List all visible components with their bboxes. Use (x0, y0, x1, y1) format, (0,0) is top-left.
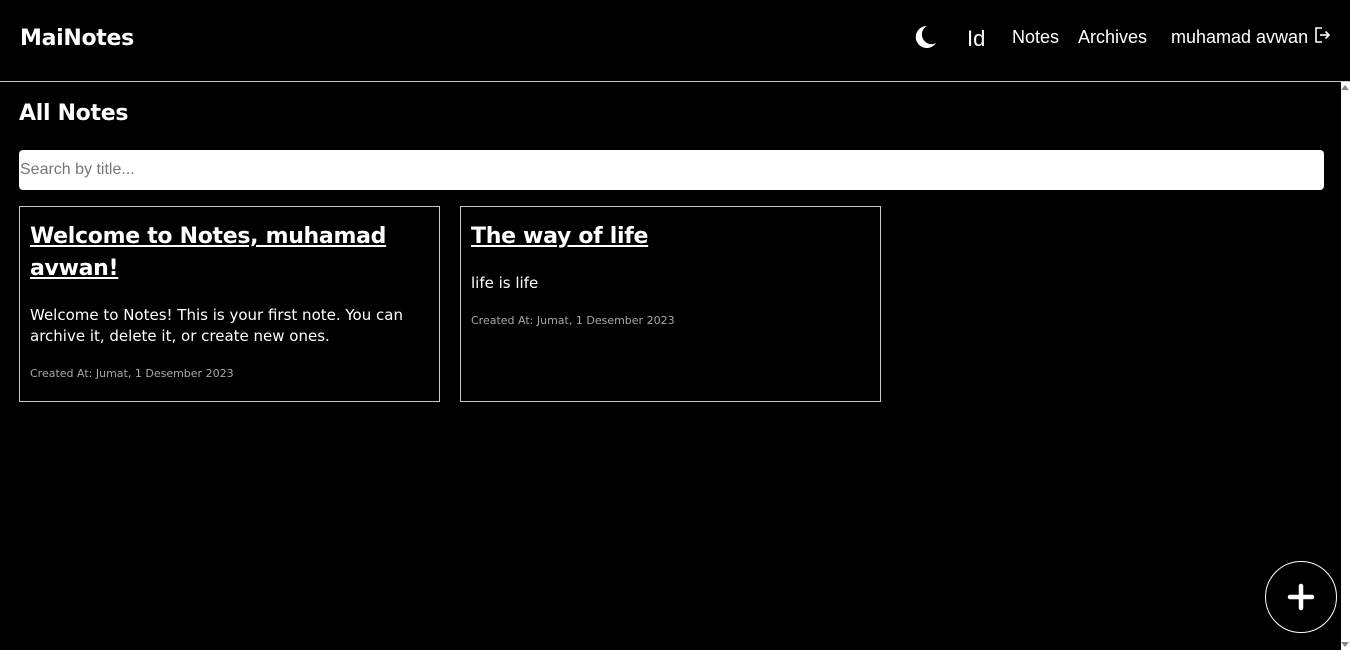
note-card: The way of life life is life Created At:… (460, 206, 881, 402)
brand-logo[interactable]: MaiNotes (20, 26, 134, 51)
logout-button[interactable]: muhamad avwan (1171, 27, 1331, 48)
app-header: MaiNotes Id Notes Archives muhamad avwan (0, 0, 1350, 82)
scroll-up-arrow-icon[interactable] (1341, 85, 1349, 90)
add-note-button[interactable] (1265, 561, 1337, 633)
moon-icon[interactable] (912, 24, 938, 50)
language-toggle[interactable]: Id (967, 26, 985, 52)
note-created-date: Created At: Jumat, 1 Desember 2023 (471, 314, 675, 327)
page-title: All Notes (19, 101, 129, 126)
logout-icon (1315, 27, 1331, 43)
note-title-link[interactable]: Welcome to Notes, muhamad avwan! (30, 221, 429, 285)
note-body: life is life (471, 274, 539, 292)
search-input[interactable] (19, 150, 1324, 190)
scroll-down-arrow-icon[interactable] (1341, 642, 1349, 647)
page-scrollbar[interactable] (1341, 82, 1350, 650)
note-body: Welcome to Notes! This is your first not… (30, 306, 403, 345)
note-title-link[interactable]: The way of life (471, 221, 870, 253)
user-name: muhamad avwan (1171, 27, 1309, 47)
note-created-date: Created At: Jumat, 1 Desember 2023 (30, 367, 234, 380)
note-card: Welcome to Notes, muhamad avwan! Welcome… (19, 206, 440, 402)
nav-notes-link[interactable]: Notes (1012, 27, 1059, 48)
plus-icon (1287, 583, 1315, 611)
nav-archives-link[interactable]: Archives (1078, 27, 1147, 48)
